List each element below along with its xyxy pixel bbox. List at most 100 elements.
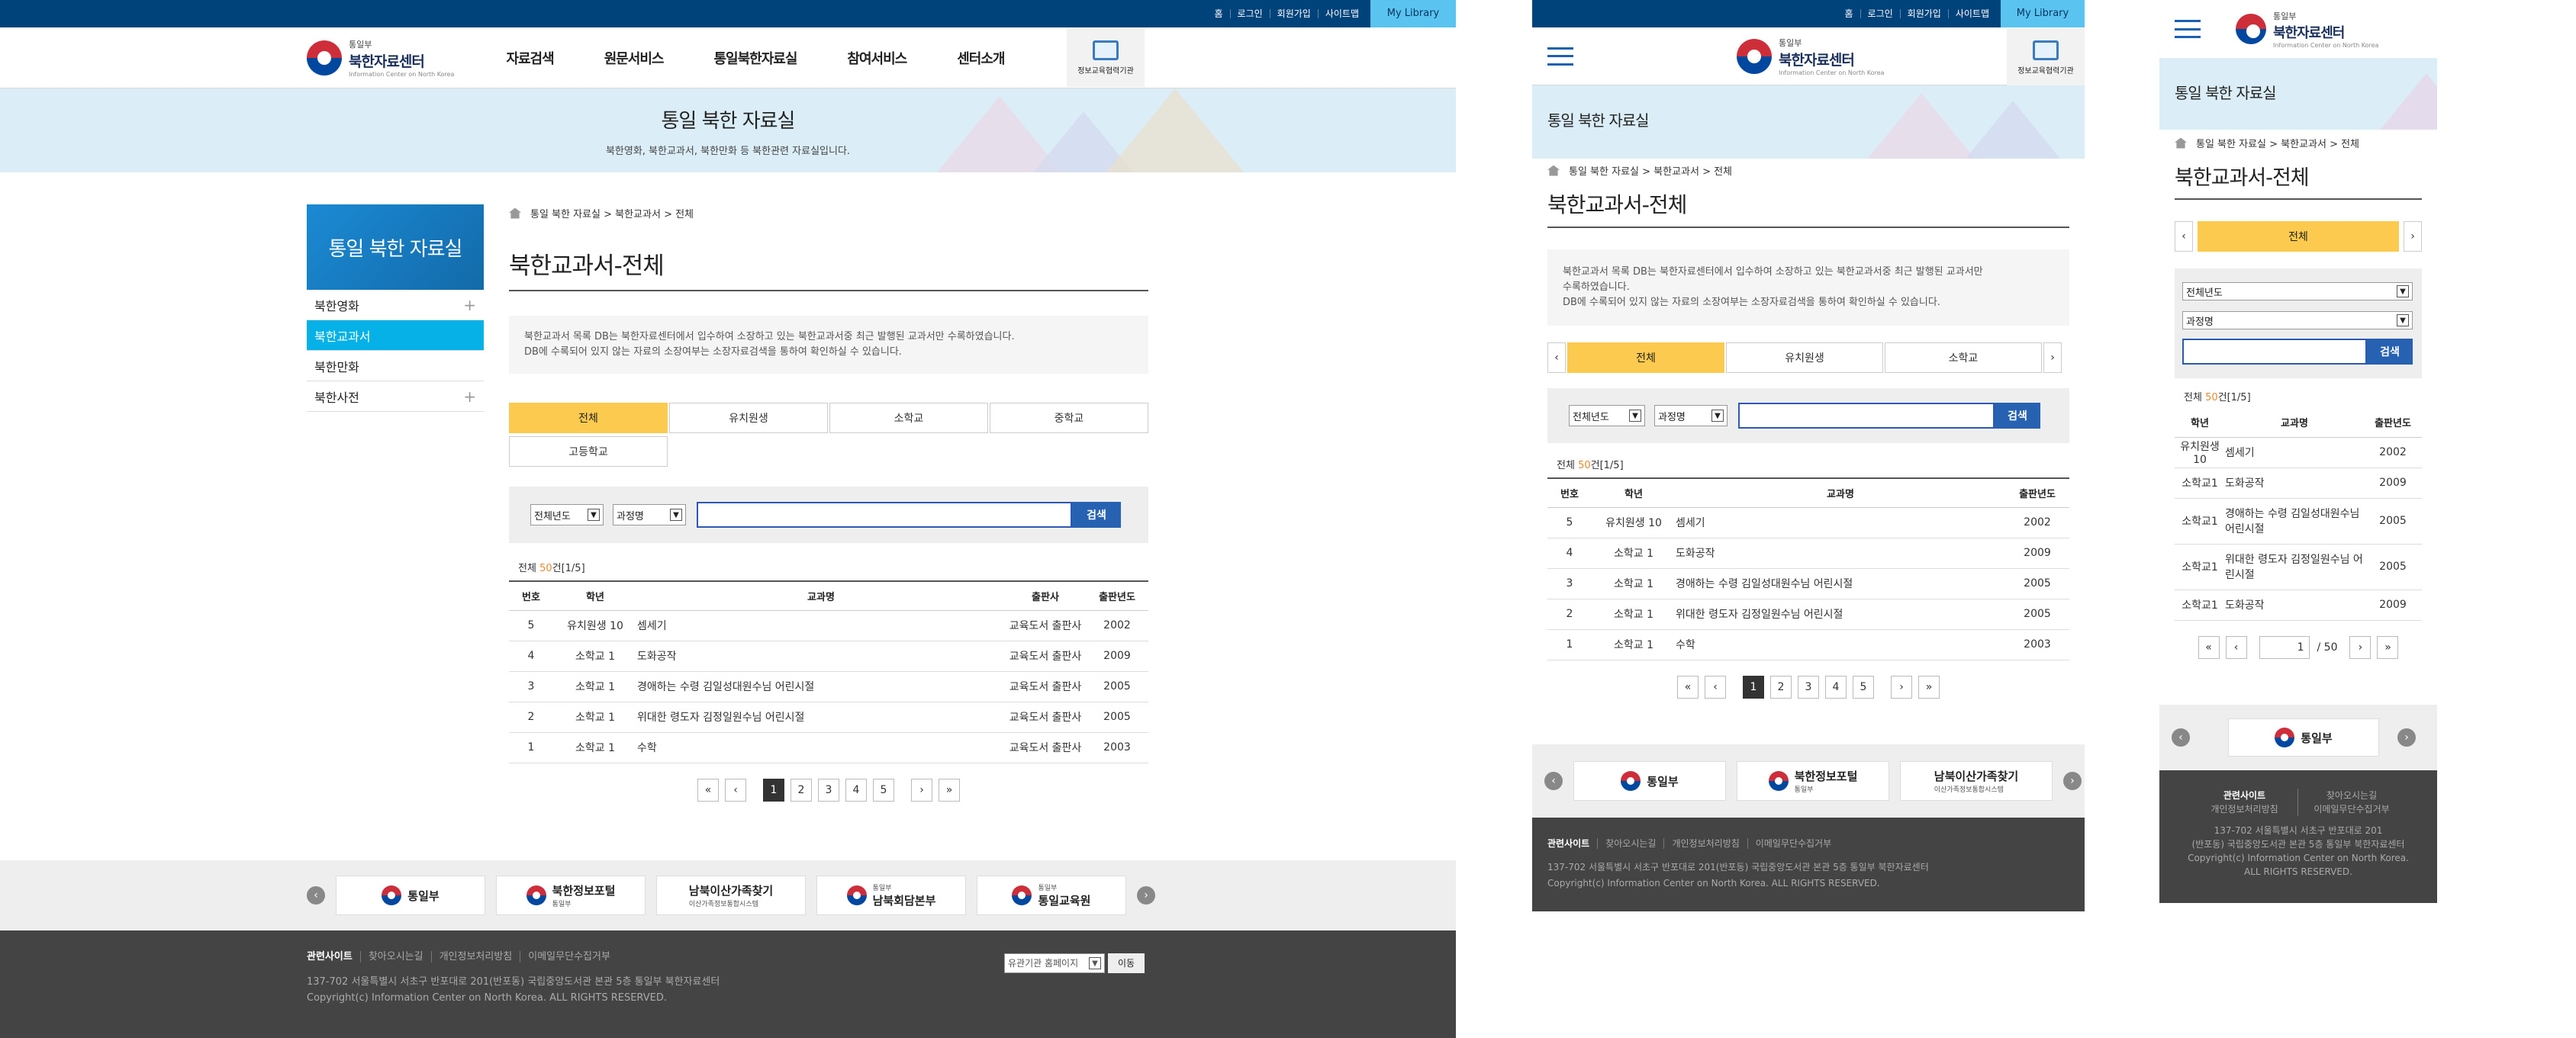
prev-page-button[interactable]: ‹ [1705,675,1726,699]
footer-privacy-link[interactable]: 개인정보처리방침 [430,951,520,962]
next-page-button[interactable]: › [1891,675,1912,699]
tab-prev-icon[interactable]: ‹ [1547,342,1566,373]
gnb-participation[interactable]: 참여서비스 [847,48,907,68]
banner-unikorea[interactable]: 통일부 [336,876,485,915]
banner-next-icon[interactable]: › [1137,886,1155,905]
banner-talks[interactable]: 통일부 남북회담본부 [816,876,966,915]
util-home-link[interactable]: 홈 [1837,9,1860,18]
cell-title[interactable]: 수학 [637,732,1005,763]
home-icon[interactable] [2175,137,2187,149]
first-page-button[interactable]: « [697,778,719,802]
home-icon[interactable] [1547,165,1560,176]
banner-family[interactable]: 남북이산가족찾기 이산가족정보통합시스템 [656,876,806,915]
table-row[interactable]: 소학교1 경애하는 수령 김일성대원수님 어린시절 2005 [2175,498,2422,545]
menu-icon[interactable] [2175,20,2201,38]
table-row[interactable]: 4 소학교 1 도화공작 교육도서 출판사 2009 [509,641,1148,672]
banner-prev-icon[interactable]: ‹ [307,886,325,905]
table-row[interactable]: 소학교1 도화공작 2009 [2175,468,2422,499]
next-page-button[interactable]: › [2349,635,2372,659]
footer-email-link[interactable]: 이메일무단수집거부 [2298,802,2405,816]
table-row[interactable]: 1 소학교 1 수학 교육도서 출판사 2003 [509,732,1148,763]
table-row[interactable]: 유치원생 10 셈세기 2002 [2175,437,2422,468]
util-login-link[interactable]: 로그인 [1860,9,1900,18]
page-3[interactable]: 3 [1798,675,1819,699]
edu-partner-link[interactable]: 정보교육협력기관 [1067,29,1145,87]
field-select[interactable]: 과정명 ▼ [613,504,686,525]
table-row[interactable]: 소학교1 위대한 령도자 김정일원수님 어린시절 2005 [2175,544,2422,590]
banner-next-icon[interactable]: › [2063,772,2082,790]
banner-nkinfo[interactable]: 북한정보포털 통일부 [1737,761,1889,801]
year-select[interactable]: 전체년도 ▼ [1569,405,1645,426]
last-page-button[interactable]: » [1918,675,1940,699]
page-1[interactable]: 1 [1743,675,1764,699]
footer-privacy-link[interactable]: 개인정보처리방침 [1663,838,1747,849]
last-page-button[interactable]: » [939,778,960,802]
first-page-button[interactable]: « [2198,635,2220,659]
cell-title[interactable]: 셈세기 [2225,437,2364,468]
cell-title[interactable]: 도화공작 [2225,590,2364,621]
cell-title[interactable]: 경애하는 수령 김일성대원수님 어린시절 [1676,568,2005,599]
footer-directions-link[interactable]: 찾아오시는길 [1597,838,1664,849]
util-login-link[interactable]: 로그인 [1229,9,1270,18]
lnb-item-movie[interactable]: 북한영화 + [307,290,484,320]
tab-prev-icon[interactable]: ‹ [2175,221,2193,252]
prev-page-button[interactable]: ‹ [725,778,746,802]
banner-unikorea[interactable]: 통일부 [1573,761,1726,801]
cell-title[interactable]: 위대한 령도자 김정일원수님 어린시절 [637,702,1005,733]
gnb-about[interactable]: 센터소개 [957,48,1005,68]
table-row[interactable]: 5 유치원생 10 셈세기 2002 [1547,507,2069,538]
my-library-button[interactable]: My Library [2001,0,2085,27]
banner-nkinfo[interactable]: 북한정보포털 통일부 [496,876,646,915]
edu-partner-link[interactable]: 정보교육협력기관 [2007,29,2085,87]
menu-icon[interactable] [1547,47,1573,66]
banner-prev-icon[interactable]: ‹ [2172,728,2190,747]
field-select[interactable]: 과정명 ▼ [2182,311,2413,329]
util-sitemap-link[interactable]: 사이트맵 [1317,9,1366,18]
banner-family[interactable]: 남북이산가족찾기 이산가족정보통합시스템 [1900,761,2053,801]
tab-high[interactable]: 고등학교 [509,436,668,467]
table-row[interactable]: 소학교1 도화공작 2009 [2175,590,2422,621]
tab-kindergarten[interactable]: 유치원생 [1726,342,1883,373]
page-4[interactable]: 4 [845,778,867,802]
search-button[interactable]: 검색 [2367,339,2413,365]
search-button[interactable]: 검색 [1995,403,2040,429]
footer-email-link[interactable]: 이메일무단수집거부 [520,951,618,962]
table-row[interactable]: 4 소학교 1 도화공작 2009 [1547,538,2069,569]
page-2[interactable]: 2 [791,778,812,802]
footer-directions-link[interactable]: 찾아오시는길 [2298,789,2405,802]
page-1[interactable]: 1 [763,778,784,802]
search-input[interactable] [1738,403,1995,429]
page-2[interactable]: 2 [1770,675,1792,699]
banner-edu[interactable]: 통일부 통일교육원 [977,876,1126,915]
field-select[interactable]: 과정명 ▼ [1654,405,1728,426]
page-5[interactable]: 5 [1853,675,1874,699]
first-page-button[interactable]: « [1677,675,1699,699]
tab-primary[interactable]: 소학교 [1885,342,2042,373]
banner-next-icon[interactable]: › [2397,728,2416,747]
home-icon[interactable] [509,207,521,219]
page-number-input[interactable]: 1 [2259,635,2310,659]
site-logo[interactable]: 통일부 북한자료센터 Information Center on North K… [307,38,454,78]
cell-title[interactable]: 셈세기 [1676,507,2005,538]
family-site-select[interactable]: 유관기관 홈페이지 ▼ [1004,953,1105,973]
footer-directions-link[interactable]: 찾아오시는길 [359,951,431,962]
banner-prev-icon[interactable]: ‹ [1544,772,1563,790]
prev-page-button[interactable]: ‹ [2225,635,2247,659]
search-input[interactable] [2182,339,2367,365]
tab-all[interactable]: 전체 [509,403,668,433]
tab-next-icon[interactable]: › [2043,342,2062,373]
footer-related-link[interactable]: 관련사이트 [1547,838,1597,849]
last-page-button[interactable]: » [2377,635,2399,659]
year-select[interactable]: 전체년도 ▼ [530,504,604,525]
lnb-item-dictionary[interactable]: 북한사전 + [307,381,484,412]
cell-title[interactable]: 셈세기 [637,610,1005,641]
table-row[interactable]: 2 소학교 1 위대한 령도자 김정일원수님 어린시절 교육도서 출판사 2005 [509,702,1148,733]
search-button[interactable]: 검색 [1072,502,1121,528]
util-home-link[interactable]: 홈 [1207,9,1229,18]
table-row[interactable]: 3 소학교 1 경애하는 수령 김일성대원수님 어린시절 교육도서 출판사 2005 [509,671,1148,702]
tab-all[interactable]: 전체 [2198,221,2399,252]
tab-kindergarten[interactable]: 유치원생 [669,403,828,433]
site-logo[interactable]: 통일부 북한자료센터 Information Center on North K… [2236,10,2378,49]
cell-title[interactable]: 위대한 령도자 김정일원수님 어린시절 [2225,544,2364,590]
cell-title[interactable]: 위대한 령도자 김정일원수님 어린시절 [1676,599,2005,630]
